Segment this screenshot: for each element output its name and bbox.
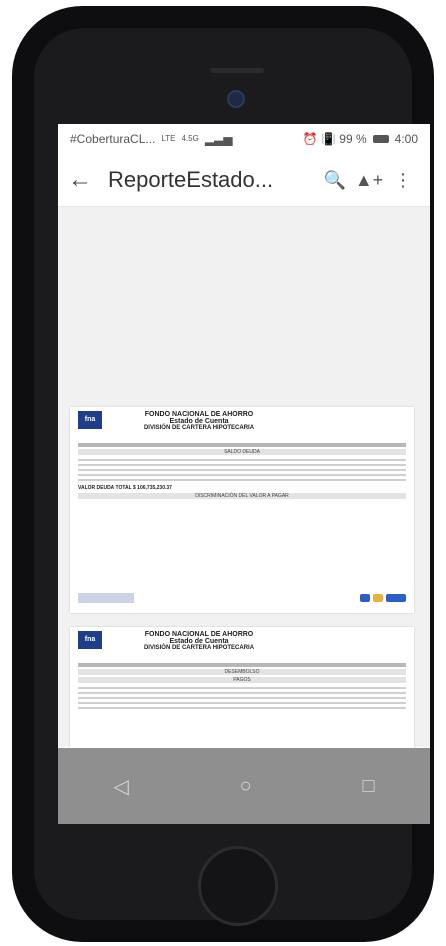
row <box>78 464 406 466</box>
row <box>78 702 406 704</box>
total-debt: VALOR DEUDA TOTAL $ 106,735,230.37 <box>78 485 406 491</box>
signal-label: 4.5G <box>181 134 199 143</box>
row <box>78 687 406 689</box>
camera-icon <box>227 90 245 108</box>
nav-back-icon[interactable]: ◁ <box>113 774 128 799</box>
row <box>78 469 406 471</box>
pdf-page-1: fna FONDO NACIONAL DE AHORRO Estado de C… <box>70 407 414 613</box>
page-header: fna FONDO NACIONAL DE AHORRO Estado de C… <box>70 627 414 661</box>
row <box>78 707 406 709</box>
statement-label: Estado de Cuenta <box>169 638 229 645</box>
home-button[interactable] <box>198 846 278 926</box>
payment-rows <box>78 687 406 709</box>
total-value: $ 106,735,230.37 <box>133 485 172 491</box>
phone-frame: #CoberturaCL... LTE 4.5G ▂▃▅ ⏰ 📳 99 % 4:… <box>12 6 434 942</box>
lte-label: LTE <box>161 134 176 143</box>
debt-rows <box>78 459 406 481</box>
app-bar: ← ReporteEstado... 🔍 ▲+ ⋮ <box>58 154 430 207</box>
battery-icon <box>372 135 389 143</box>
system-nav-bar: ◁ ○ □ <box>58 748 430 824</box>
status-bar: #CoberturaCL... LTE 4.5G ▂▃▅ ⏰ 📳 99 % 4:… <box>58 124 430 154</box>
org-name: FONDO NACIONAL DE AHORRO <box>144 411 254 418</box>
document-title: ReporteEstado... <box>108 167 274 192</box>
page-header: fna FONDO NACIONAL DE AHORRO Estado de C… <box>70 407 414 441</box>
signal-icon: ▂▃▅ <box>204 132 233 146</box>
row <box>78 692 406 694</box>
section-pagos: PAGOS <box>78 677 406 683</box>
page-meta <box>286 413 406 437</box>
section-discriminacion: DISCRIMINACIÓN DEL VALOR A PAGAR <box>78 493 406 499</box>
org-name: FONDO NACIONAL DE AHORRO <box>144 631 254 638</box>
total-label: VALOR DEUDA TOTAL <box>78 485 132 491</box>
page-footer <box>78 589 406 607</box>
division-label: DIVISIÓN DE CARTERA HIPOTECARIA <box>143 645 255 651</box>
more-vert-icon[interactable]: ⋮ <box>386 170 420 191</box>
statement-title: FONDO NACIONAL DE AHORRO Estado de Cuent… <box>134 411 264 431</box>
row <box>78 697 406 699</box>
add-to-drive-icon[interactable]: ▲+ <box>352 170 386 191</box>
division-label: DIVISIÓN DE CARTERA HIPOTECARIA <box>143 425 255 431</box>
nav-home-icon[interactable]: ○ <box>240 775 252 798</box>
page-meta <box>286 633 406 657</box>
status-left: #CoberturaCL... LTE 4.5G ▂▃▅ <box>70 132 233 146</box>
footer-logos <box>360 594 406 602</box>
row <box>78 479 406 481</box>
search-doc-icon[interactable]: 🔍 <box>318 170 352 191</box>
logo-chip <box>360 594 370 602</box>
nav-recent-icon[interactable]: □ <box>362 775 374 798</box>
row <box>78 474 406 476</box>
arrow-back-icon[interactable]: ← <box>68 166 108 194</box>
battery-text: ⏰ 📳 99 % <box>302 132 367 146</box>
section-saldo-deuda: SALDO DEUDA <box>78 449 406 455</box>
section-bar <box>78 443 406 447</box>
notification-text: #CoberturaCL... <box>70 132 156 146</box>
section-desembolso: DESEMBOLSO <box>78 669 406 675</box>
fna-logo: fna <box>78 411 102 429</box>
statement-title: FONDO NACIONAL DE AHORRO Estado de Cuent… <box>134 631 264 651</box>
screen: #CoberturaCL... LTE 4.5G ▂▃▅ ⏰ 📳 99 % 4:… <box>58 124 430 824</box>
time: 4:00 <box>394 132 418 146</box>
status-right: ⏰ 📳 99 % 4:00 <box>303 132 418 146</box>
speaker <box>210 68 264 73</box>
row <box>78 459 406 461</box>
logo-chip <box>386 594 406 602</box>
statement-label: Estado de Cuenta <box>169 418 229 425</box>
fna-logo: fna <box>78 631 102 649</box>
pdf-viewer[interactable]: fna FONDO NACIONAL DE AHORRO Estado de C… <box>58 207 430 787</box>
section-bar <box>78 663 406 667</box>
footer-lines <box>78 593 134 603</box>
logo-chip <box>373 594 383 602</box>
